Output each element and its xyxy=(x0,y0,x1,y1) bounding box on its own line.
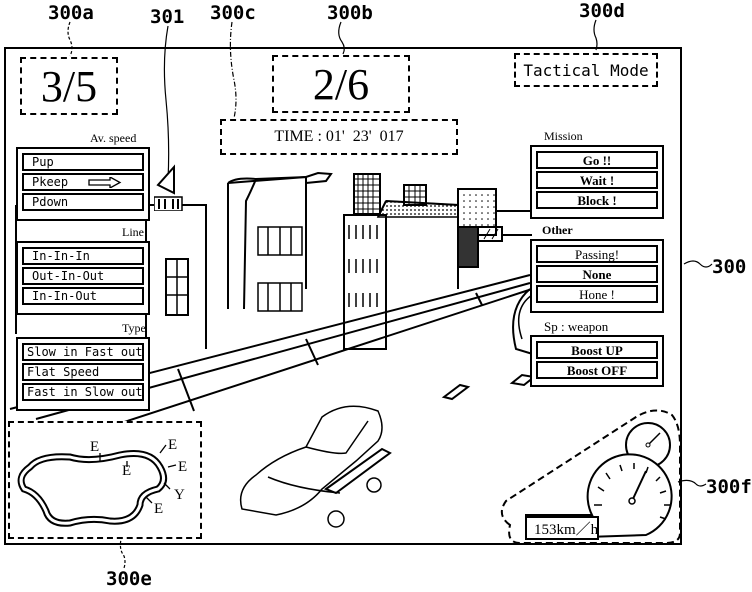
menu-item-in-in-in[interactable]: In-In-In xyxy=(22,247,144,265)
leader-300d xyxy=(593,19,598,51)
course-map: E E E E Y E xyxy=(8,421,202,539)
other-menu: Passing! None Hone ! xyxy=(530,239,664,313)
other-label: Other xyxy=(542,223,573,237)
building-dark xyxy=(457,226,479,268)
menu-item-block[interactable]: Block ! xyxy=(536,191,658,209)
sp-weapon-menu: Boost UP Boost OFF xyxy=(530,335,664,387)
position-counter: 2/6 xyxy=(272,55,410,113)
menu-item-boost-off[interactable]: Boost OFF xyxy=(536,361,658,379)
cursor-301-icon xyxy=(154,164,183,211)
av-speed-menu: Pup Pkeep Pdown xyxy=(16,147,150,221)
course-marker-e5: E xyxy=(154,501,163,517)
course-marker-e3: E xyxy=(168,437,177,453)
mode-display: Tactical Mode xyxy=(514,53,658,87)
mission-menu: Go !! Wait ! Block ! xyxy=(530,145,664,219)
speedometer: 153km／h xyxy=(500,409,681,544)
game-screen: 3/5 2/6 TIME : 01' 23' 017 Tactical Mode… xyxy=(4,47,682,545)
course-marker-e1: E xyxy=(90,439,99,455)
menu-item-flat-speed[interactable]: Flat Speed xyxy=(22,363,144,381)
av-speed-label: Av. speed xyxy=(90,131,137,145)
course-marker-e4: E xyxy=(178,459,187,475)
leader-300 xyxy=(683,260,713,268)
menu-item-pdown[interactable]: Pdown xyxy=(22,193,144,211)
wall-dotted xyxy=(457,188,497,228)
position-counter-value: 2/6 xyxy=(312,59,370,109)
time-display: TIME : 01' 23' 017 xyxy=(220,119,458,155)
menu-item-fast-in-slow-out[interactable]: Fast in Slow out xyxy=(22,383,144,401)
menu-item-boost-up[interactable]: Boost UP xyxy=(536,341,658,359)
menu-item-pkeep[interactable]: Pkeep xyxy=(22,173,144,191)
lap-counter: 3/5 xyxy=(20,57,118,115)
menu-item-in-in-out[interactable]: In-In-Out xyxy=(22,287,144,305)
menu-item-wait[interactable]: Wait ! xyxy=(536,171,658,189)
menu-item-pkeep-label: Pkeep xyxy=(32,175,69,189)
line-menu: In-In-In Out-In-Out In-In-Out xyxy=(16,241,150,315)
line-label: Line xyxy=(122,225,144,239)
type-menu: Slow in Fast out Flat Speed Fast in Slow… xyxy=(16,337,150,411)
menu-item-slow-in-fast-out[interactable]: Slow in Fast out xyxy=(22,343,144,361)
menu-item-pup[interactable]: Pup xyxy=(22,153,144,171)
course-track: E E E E Y E xyxy=(17,437,187,527)
menu-item-passing[interactable]: Passing! xyxy=(536,245,658,263)
time-value: TIME : 01' 23' 017 xyxy=(274,128,404,145)
menu-item-out-in-out[interactable]: Out-In-Out xyxy=(22,267,144,285)
lane-marker xyxy=(441,383,471,401)
building-curved xyxy=(227,175,307,310)
menu-item-go[interactable]: Go !! xyxy=(536,151,658,169)
type-label: Type xyxy=(122,321,146,335)
mode-value: Tactical Mode xyxy=(523,60,649,80)
lap-counter-value: 3/5 xyxy=(40,61,98,111)
menu-item-hone[interactable]: Hone ! xyxy=(536,285,658,303)
mission-label: Mission xyxy=(544,129,583,143)
selection-arrow-icon xyxy=(88,177,122,188)
sp-weapon-label: Sp : weapon xyxy=(544,319,609,334)
speed-readout: 153km／h xyxy=(534,521,599,538)
car xyxy=(239,405,383,528)
menu-item-none[interactable]: None xyxy=(536,265,658,283)
course-marker-y: Y xyxy=(174,487,185,503)
leader-300f xyxy=(677,479,707,487)
